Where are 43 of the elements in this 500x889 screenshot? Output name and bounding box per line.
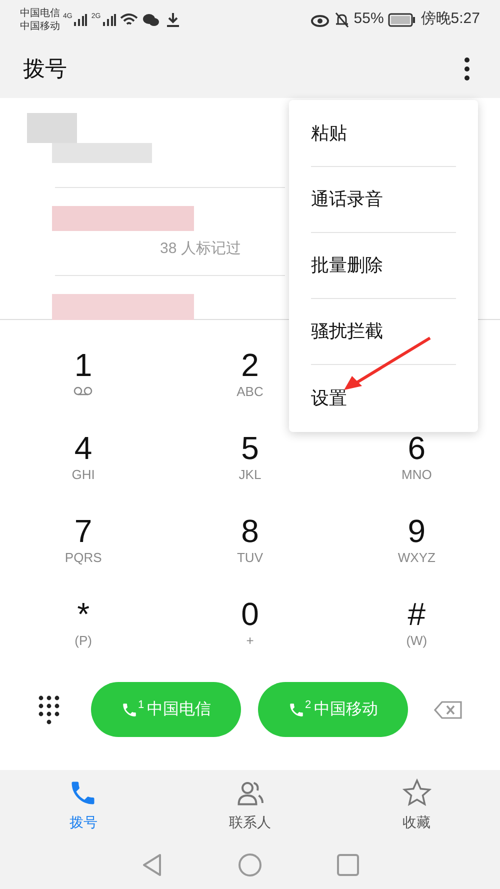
back-icon[interactable] bbox=[141, 852, 163, 877]
sim-number: 2 bbox=[304, 700, 312, 711]
voicemail-icon bbox=[73, 386, 94, 396]
dial-key[interactable]: 5 JKL bbox=[166, 430, 334, 513]
clock-time: 傍晚5:27 bbox=[420, 9, 480, 30]
carrier-name: 中国移动 bbox=[20, 20, 60, 33]
call-note: 38 人标记过 bbox=[160, 239, 241, 260]
dial-key[interactable]: # (W) bbox=[333, 596, 500, 679]
dial-key[interactable]: 1 bbox=[0, 346, 167, 430]
menu-item[interactable]: 批量删除 bbox=[311, 233, 456, 299]
muted-bell-icon bbox=[334, 12, 350, 28]
menu-item[interactable]: 粘贴 bbox=[311, 101, 456, 167]
wifi-icon bbox=[120, 12, 138, 27]
battery-icon bbox=[388, 12, 416, 27]
dial-key[interactable]: * (P) bbox=[0, 596, 167, 679]
star-icon bbox=[402, 778, 432, 808]
sim-number: 1 bbox=[138, 700, 144, 711]
chat-bubbles-icon bbox=[142, 12, 160, 27]
download-icon bbox=[166, 12, 180, 28]
signal-icon bbox=[102, 12, 116, 27]
menu-item[interactable]: 通话录音 bbox=[311, 167, 456, 233]
menu-item[interactable]: 设置 bbox=[311, 365, 456, 431]
dial-key[interactable]: 4 GHI bbox=[0, 430, 167, 513]
bottom-tab[interactable]: 收藏 bbox=[333, 770, 500, 841]
menu-item[interactable]: 骚扰拦截 bbox=[311, 299, 456, 365]
dial-key[interactable]: 7 PQRS bbox=[0, 512, 167, 596]
more-menu-icon[interactable] bbox=[464, 56, 470, 81]
home-icon[interactable] bbox=[238, 852, 262, 877]
dialpad-icon[interactable] bbox=[38, 694, 60, 725]
dial-key[interactable]: 8 TUV bbox=[166, 512, 334, 596]
recents-icon[interactable] bbox=[337, 854, 359, 876]
blurred-name bbox=[27, 113, 77, 144]
bottom-tab[interactable]: 拨号 bbox=[0, 770, 167, 841]
carrier-name: 中国电信 bbox=[20, 6, 60, 20]
battery-percent: 55% bbox=[354, 9, 384, 30]
backspace-icon[interactable] bbox=[434, 700, 462, 719]
screen-title: 拨号 bbox=[23, 55, 67, 84]
bottom-tab[interactable]: 联系人 bbox=[166, 770, 334, 841]
signal-icon bbox=[73, 12, 88, 27]
dial-key[interactable]: 0 + bbox=[166, 596, 334, 679]
eye-icon bbox=[310, 12, 329, 27]
dial-key[interactable]: 6 MNO bbox=[333, 430, 500, 513]
dial-key[interactable]: 9 WXYZ bbox=[333, 512, 500, 596]
